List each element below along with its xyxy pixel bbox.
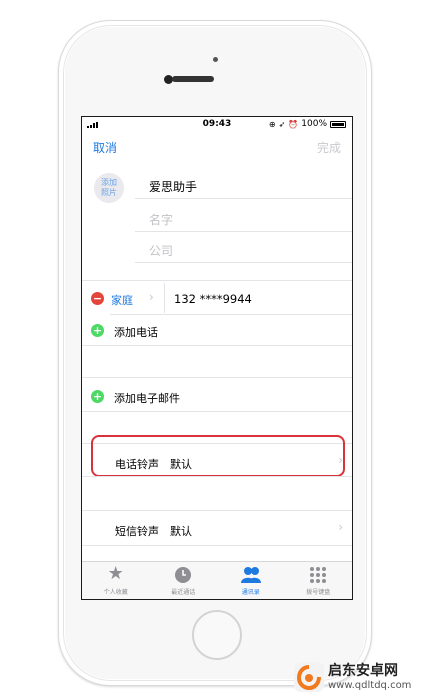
contacts-icon [240,566,262,588]
status-bar: 09:43 ⊕ ➶ ⏰ 100% [82,117,352,133]
contact-name: 爱思助手 [149,180,198,194]
alarm-icon: ⏰ [288,119,299,129]
add-photo-line1: 添加 [101,178,117,187]
home-button[interactable] [192,610,242,660]
star-icon: ★ [107,563,124,584]
add-email-icon[interactable]: + [91,390,104,403]
tab-label: 拨号键盘 [306,589,331,596]
location-icon: ➶ [278,119,286,129]
section-divider [82,377,352,378]
phone-screen: 09:43 ⊕ ➶ ⏰ 100% 取消 完成 添加 照片 爱思助手 名字 公司 … [81,116,353,600]
tab-label: 通讯录 [241,589,260,596]
section-divider [82,345,352,346]
chevron-right-icon: › [149,290,154,304]
highlight-box [91,435,345,477]
battery-icon [330,120,346,128]
proximity-sensor [213,57,218,62]
add-phone-icon[interactable]: + [91,324,104,337]
name-placeholder: 名字 [149,213,174,227]
earpiece-speaker [172,76,214,82]
watermark-url: www.qdltdq.com [328,680,412,691]
clock-icon [174,566,192,588]
keypad-icon [309,566,327,588]
phone-number[interactable]: 132 ****9944 [174,292,252,306]
add-phone-button[interactable]: 添加电话 [114,324,158,340]
company-field[interactable]: 公司 [135,233,352,263]
tab-label: 最近通话 [171,589,196,596]
section-divider [82,280,352,281]
watermark-logo [294,662,324,692]
watermark: 启东安卓网 www.qdltdq.com [294,660,418,696]
tab-bar: ★ 个人收藏 最近通话 通讯录 拨号键盘 [82,561,352,599]
battery-percent: 100% [301,119,327,129]
delete-phone-icon[interactable]: − [91,292,104,305]
row-divider [110,314,352,315]
tab-favorites[interactable]: ★ 个人收藏 [82,562,150,599]
cancel-button[interactable]: 取消 [93,139,117,156]
company-placeholder: 公司 [149,244,174,258]
add-photo-line2: 照片 [101,188,117,197]
tab-keypad[interactable]: 拨号键盘 [285,562,353,599]
section-divider [82,476,352,477]
lock-rotation-icon: ⊕ [268,119,276,129]
tab-contacts[interactable]: 通讯录 [217,562,285,599]
nav-bar: 取消 完成 [82,139,352,159]
chevron-right-icon: › [338,520,343,534]
text-tone-value: 默认 [170,525,192,538]
phone-divider [164,283,165,313]
done-button[interactable]: 完成 [317,139,341,156]
add-photo-button[interactable]: 添加 照片 [94,173,124,203]
section-divider [82,411,352,412]
status-right: ⊕ ➶ ⏰ 100% [269,119,346,129]
phone-label[interactable]: 家庭 [111,292,133,308]
text-tone-label: 短信铃声 [115,525,159,538]
tab-label: 个人收藏 [103,589,128,596]
text-tone-row[interactable]: 短信铃声 默认 › [82,511,352,543]
given-name-field[interactable]: 名字 [135,202,352,232]
add-email-button[interactable]: 添加电子邮件 [114,390,180,406]
name-field[interactable]: 爱思助手 [135,169,352,199]
watermark-title: 启东安卓网 [328,663,398,679]
section-divider [82,545,352,546]
tab-recents[interactable]: 最近通话 [150,562,218,599]
